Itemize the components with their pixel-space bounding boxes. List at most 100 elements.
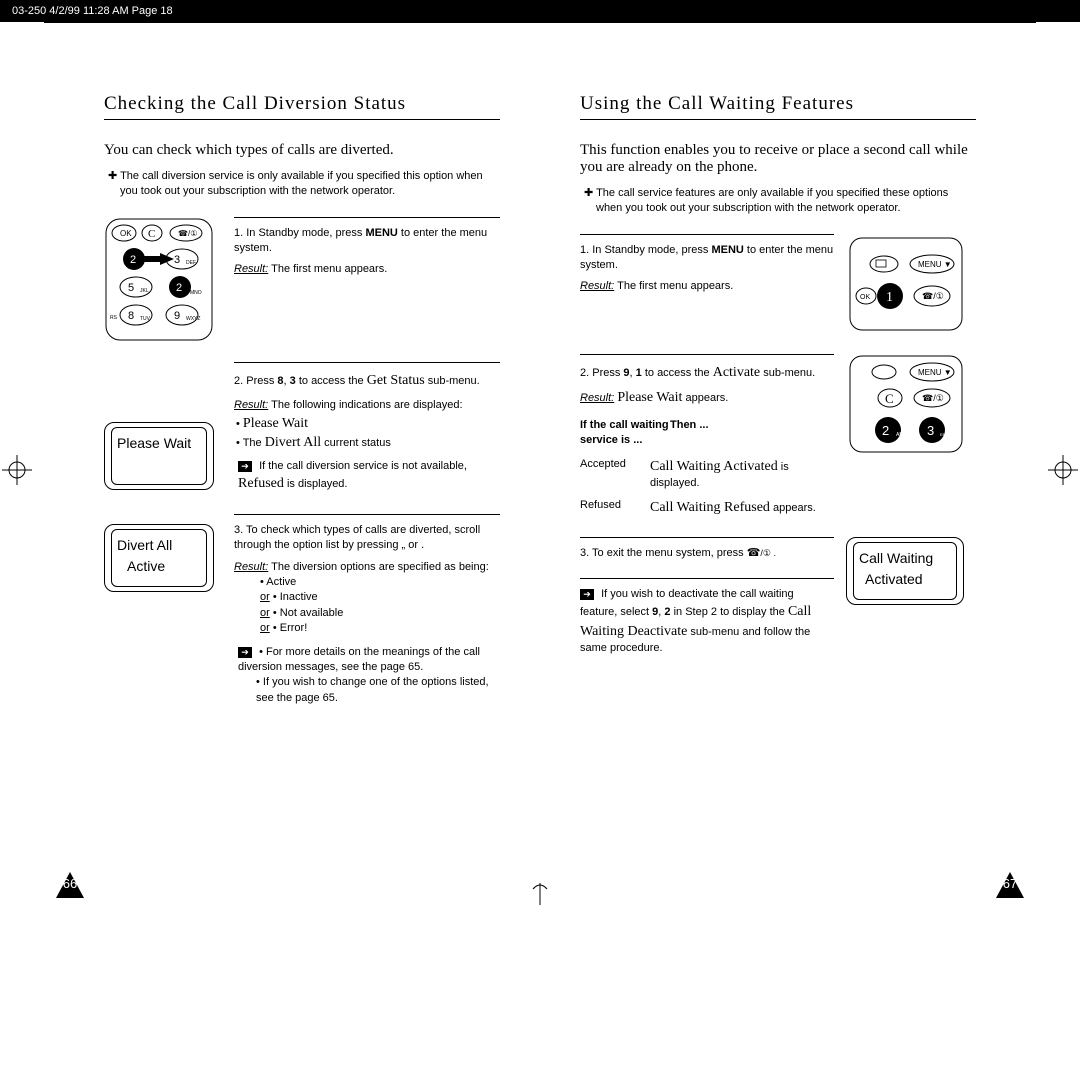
result-label: Result: (580, 280, 614, 292)
crop-mark-top (529, 0, 551, 22)
tbl-th1: If the call waiting service is ... (580, 418, 670, 449)
t: 2. Press (580, 367, 623, 379)
svg-text:JKL: JKL (140, 288, 149, 294)
svg-text:C: C (885, 391, 894, 406)
result-label: Result: (234, 561, 268, 573)
screen-text-l2: Activated (855, 569, 955, 590)
registration-mark-right (1048, 455, 1078, 485)
svg-text:C: C (148, 228, 155, 240)
opt: • Inactive (273, 591, 318, 603)
mini-phone-1: MENU ▼ 1 ☎/① OK (846, 234, 976, 334)
svg-text:2: 2 (176, 282, 182, 294)
row-step3-right: 3. To exit the menu system, press ☎/① . … (580, 537, 976, 656)
tbl-r1a: Accepted (580, 457, 650, 472)
page-number-left: 66 (54, 870, 86, 902)
result-label: Result: (234, 263, 268, 275)
screen-call-waiting: Call Waiting Activated (846, 537, 976, 605)
t: appears. (685, 392, 728, 404)
step3-left-text: 3. To check which types of calls are div… (234, 514, 500, 706)
svg-text:3: 3 (927, 423, 934, 438)
t: 3. To exit the menu system, press (580, 547, 747, 559)
svg-text:3: 3 (174, 254, 180, 266)
t: Refused (238, 476, 284, 491)
note-left: The call diversion service is only avail… (120, 169, 500, 199)
t: • (236, 418, 243, 430)
row-step3-left: Divert All Active 3. To check which type… (104, 514, 500, 706)
print-slug: 03-250 4/2/99 11:28 AM Page 18 (12, 5, 173, 17)
screen-text-l1: Call Waiting (855, 548, 955, 569)
opt: • Error! (273, 622, 307, 634)
result-text: The first menu appears. (268, 263, 387, 275)
t: Call Waiting Refused (650, 500, 770, 515)
step3-right-text: 3. To exit the menu system, press ☎/① . … (580, 537, 834, 656)
t: 3. To check which types of calls are div… (234, 523, 500, 554)
t: The following indications are displayed: (268, 399, 462, 411)
svg-text:MENU ▼: MENU ▼ (918, 368, 952, 377)
note-arrow-icon: ➔ (238, 461, 252, 472)
opt: • Active (260, 575, 500, 590)
t: /① . (760, 548, 776, 558)
t: The first menu appears. (614, 280, 733, 292)
svg-text:MNO: MNO (190, 290, 202, 296)
step1-left-text: 1. In Standby mode, press MENU to enter … (234, 217, 500, 278)
t: Activate (713, 365, 760, 380)
tbl-th2: Then ... (670, 418, 709, 433)
screen-text-l1: Divert All (113, 535, 205, 556)
svg-text:8: 8 (128, 310, 134, 322)
t: sub-menu. (760, 367, 815, 379)
svg-text:OK: OK (860, 294, 870, 301)
result-label: Result: (580, 392, 614, 404)
screen-divert-all: Divert All Active (104, 514, 216, 592)
step2-right-text: 2. Press 9, 1 to access the Activate sub… (580, 354, 834, 518)
page-left: Checking the Call Diversion Status You c… (44, 23, 540, 902)
opt: • Not available (273, 607, 344, 619)
step1-right-text: 1. In Standby mode, press MENU to enter … (580, 234, 834, 295)
svg-text:TUV: TUV (140, 316, 151, 322)
page-number-right: 67 (994, 870, 1026, 902)
svg-text:MENU ▼: MENU ▼ (918, 260, 952, 269)
note-right: The call service features are only avail… (596, 186, 976, 216)
section-title-right: Using the Call Waiting Features (580, 93, 976, 115)
spread: Checking the Call Diversion Status You c… (44, 22, 1036, 902)
svg-text:WXYZ: WXYZ (186, 316, 200, 322)
t: Get Status (367, 373, 425, 388)
svg-text:☎/①: ☎/① (922, 393, 944, 403)
or: or (260, 622, 270, 634)
tbl-r2a: Refused (580, 498, 650, 513)
t: 2. Press (234, 375, 277, 387)
svg-text:ABC: ABC (896, 432, 907, 438)
title-rule (580, 119, 976, 120)
svg-text:1: 1 (886, 290, 893, 305)
t: sub-menu. (425, 375, 480, 387)
result-label: Result: (234, 399, 268, 411)
svg-text:2: 2 (130, 254, 136, 266)
note-arrow-icon: ➔ (238, 647, 252, 658)
t: • If you wish to change one of the optio… (256, 675, 500, 706)
t: in Step 2 to display the (671, 606, 788, 618)
svg-text:2: 2 (882, 423, 889, 438)
row-step2-left: Please Wait 2. Press 8, 3 to access the … (104, 362, 500, 494)
t: 1. In Standby mode, press (580, 244, 711, 256)
t: Call Waiting Activated (650, 459, 778, 474)
row-step1-left: OK C ☎/① 2 3DEF 5JKL 2 MNO 8TUV 9WXYZ (104, 217, 500, 342)
or: or (260, 591, 270, 603)
menu-bold: MENU (365, 227, 397, 239)
svg-text:5: 5 (128, 282, 134, 294)
lead-left: You can check which types of calls are d… (104, 142, 500, 159)
phone-icon: ☎ (747, 547, 761, 559)
title-rule (104, 119, 500, 120)
screen-please-wait: Please Wait (104, 362, 216, 490)
svg-text:☎/①: ☎/① (178, 229, 197, 238)
t: Please Wait (243, 416, 308, 431)
screen-text: Please Wait (113, 433, 205, 454)
t: Please Wait (617, 390, 682, 405)
svg-text:OK: OK (120, 229, 132, 238)
registration-mark-left (2, 455, 32, 485)
t: appears. (770, 502, 816, 514)
screen-text-l2: Active (113, 556, 205, 577)
t: MENU (711, 244, 743, 256)
or: or (260, 607, 270, 619)
t: to access the (296, 375, 367, 387)
note-arrow-icon: ➔ (580, 589, 594, 600)
svg-text:☎/①: ☎/① (922, 291, 944, 301)
